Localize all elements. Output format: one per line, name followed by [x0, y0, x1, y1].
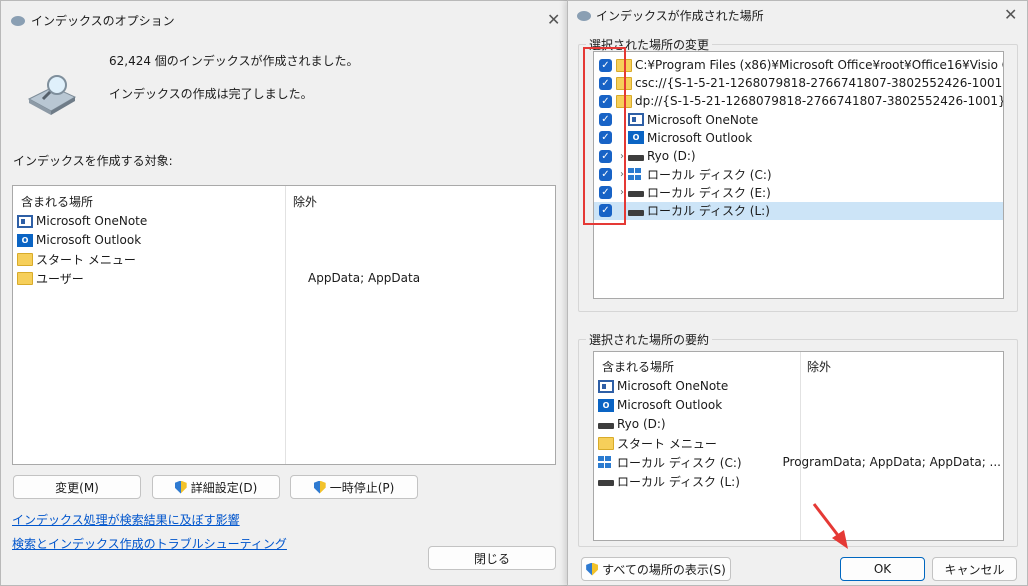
title-bar: インデックスのオプション ✕ [1, 1, 567, 37]
outlook-icon: O [17, 233, 33, 247]
tree-item[interactable]: ✓ O Microsoft Outlook [594, 129, 1003, 147]
location-exclude: AppData; AppData [308, 271, 421, 285]
tree-item[interactable]: ✓ dp://{S-1-5-21-1268079818-2766741807-38… [594, 92, 1004, 110]
onenote-icon [598, 379, 614, 393]
summary-row[interactable]: O Microsoft Outlook [598, 396, 1001, 414]
close-button[interactable]: 閉じる [428, 546, 556, 570]
modify-button-label: 変更(M) [55, 480, 99, 495]
pause-button[interactable]: 一時停止(P) [290, 475, 418, 499]
tree-item[interactable]: ✓ Microsoft OneNote [594, 111, 1003, 129]
modify-button[interactable]: 変更(M) [13, 475, 141, 499]
red-arrow-annotation [812, 503, 848, 549]
drive-icon [628, 191, 644, 198]
summary-header-included[interactable]: 含まれる場所 [602, 358, 674, 375]
indexed-locations-window: インデックスが作成された場所 ✕ 選択された場所の変更 ✓ C:¥Program … [567, 0, 1028, 586]
drive-icon [628, 209, 644, 216]
tree-item-label: csc://{S-1-5-21-1268079818-2766741807-38… [635, 76, 1004, 91]
window-title: インデックスのオプション [31, 14, 175, 28]
ok-label: OK [873, 562, 892, 576]
summary-header-excluded[interactable]: 除外 [807, 358, 831, 375]
list-item[interactable]: ユーザー AppData; AppData [17, 269, 553, 287]
cancel-label: キャンセル [944, 562, 1005, 577]
close-button-label: 閉じる [473, 551, 510, 566]
location-name: Microsoft OneNote [36, 214, 148, 228]
advanced-button[interactable]: 詳細設定(D) [152, 475, 280, 499]
location-name: スタート メニュー [36, 252, 136, 267]
index-count-text: 62,424 個のインデックスが作成されました。 [109, 54, 359, 68]
column-header-included[interactable]: 含まれる場所 [21, 193, 93, 210]
windows-drive-icon [628, 167, 644, 181]
summary-row[interactable]: ローカル ディスク (C:) ProgramData; AppData; AppD… [598, 453, 1001, 471]
window-title: インデックスが作成された場所 [596, 9, 764, 23]
folder-icon [17, 271, 33, 285]
tree-item-label: Ryo (D:) [647, 149, 696, 163]
pause-button-label: 一時停止(P) [329, 480, 395, 495]
list-item[interactable]: スタート メニュー [17, 250, 553, 268]
cancel-button[interactable]: キャンセル [932, 557, 1017, 581]
indexing-options-window: インデックスのオプション ✕ 62,424 個のインデックスが作成されました。 … [0, 0, 568, 586]
windows-drive-icon [598, 455, 614, 469]
drive-icon [598, 480, 614, 486]
summary-location-name: ローカル ディスク (C:) [617, 455, 742, 470]
tree-item[interactable]: ✓ › ローカル ディスク (C:) [594, 165, 1003, 183]
summary-location-name: スタート メニュー [617, 436, 717, 451]
locations-tree[interactable]: ✓ C:¥Program Files (x86)¥Microsoft Office… [593, 51, 1004, 299]
summary-label: 選択された場所の要約 [586, 331, 713, 348]
index-locations-list[interactable]: 含まれる場所 除外 Microsoft OneNote O Microsoft Ou… [12, 185, 556, 465]
tree-item[interactable]: ✓ ローカル ディスク (L:) [594, 201, 1003, 220]
index-section-label: インデックスを作成する対象: [13, 154, 173, 168]
tree-item-label: Microsoft OneNote [647, 112, 759, 127]
indexing-effect-link[interactable]: インデックス処理が検索結果に及ぼす影響 [12, 511, 240, 528]
list-item[interactable]: Microsoft OneNote [17, 212, 553, 230]
drive-icon [598, 423, 614, 429]
tree-item-label: ローカル ディスク (C:) [647, 167, 772, 182]
uac-shield-icon [313, 480, 326, 494]
indexing-icon [577, 11, 591, 21]
onenote-icon [628, 113, 644, 127]
show-all-locations-button[interactable]: すべての場所の表示(S) [581, 557, 731, 581]
tree-item[interactable]: ✓ C:¥Program Files (x86)¥Microsoft Office… [594, 56, 1004, 74]
summary-location-name: Microsoft Outlook [617, 398, 723, 412]
indexing-magnifier-icon [25, 73, 79, 115]
summary-row[interactable]: スタート メニュー [598, 434, 1001, 452]
drive-icon [628, 155, 644, 161]
tree-item-label: ローカル ディスク (E:) [647, 185, 771, 200]
folder-icon [17, 252, 33, 266]
index-status-text: インデックスの作成は完了しました。 [109, 87, 313, 101]
summary-location-name: ローカル ディスク (L:) [617, 474, 740, 489]
tree-item[interactable]: ✓ › ローカル ディスク (E:) [594, 183, 1003, 201]
outlook-icon: O [628, 131, 644, 145]
summary-row[interactable]: Ryo (D:) [598, 415, 1001, 433]
folder-icon [598, 436, 614, 450]
summary-row[interactable]: Microsoft OneNote [598, 377, 1001, 395]
uac-shield-icon [174, 480, 187, 494]
outlook-icon: O [598, 398, 614, 412]
tree-item-label: ローカル ディスク (L:) [647, 204, 770, 219]
location-name: ユーザー [36, 271, 84, 286]
tree-item[interactable]: ✓ csc://{S-1-5-21-1268079818-2766741807-3… [594, 74, 1004, 92]
troubleshooting-link[interactable]: 検索とインデックス作成のトラブルシューティング [12, 535, 287, 552]
ok-button[interactable]: OK [840, 557, 925, 581]
advanced-button-label: 詳細設定(D) [190, 480, 258, 495]
summary-list[interactable]: 含まれる場所 除外 Microsoft OneNote O Microsoft Ou… [593, 351, 1004, 541]
location-name: Microsoft Outlook [36, 233, 142, 247]
column-header-excluded[interactable]: 除外 [293, 193, 317, 210]
uac-shield-icon [586, 562, 599, 576]
summary-location-name: Ryo (D:) [617, 417, 666, 431]
close-icon[interactable]: ✕ [1004, 5, 1017, 24]
onenote-icon [17, 214, 33, 228]
list-item[interactable]: O Microsoft Outlook [17, 231, 553, 249]
summary-location-exclude: ProgramData; AppData; AppData; ... [782, 455, 1002, 469]
summary-location-name: Microsoft OneNote [617, 379, 729, 393]
tree-item-label: C:¥Program Files (x86)¥Microsoft Office¥… [635, 58, 1004, 72]
indexing-icon [11, 16, 25, 26]
summary-row[interactable]: ローカル ディスク (L:) [598, 472, 1001, 490]
tree-item[interactable]: ✓ › Ryo (D:) [594, 147, 1003, 165]
tree-item-label: dp://{S-1-5-21-1268079818-2766741807-380… [635, 94, 1004, 109]
show-all-label: すべての場所の表示(S) [602, 562, 726, 577]
close-icon[interactable]: ✕ [547, 10, 560, 29]
tree-item-label: Microsoft Outlook [647, 130, 753, 145]
checkbox-highlight-box [583, 47, 626, 225]
